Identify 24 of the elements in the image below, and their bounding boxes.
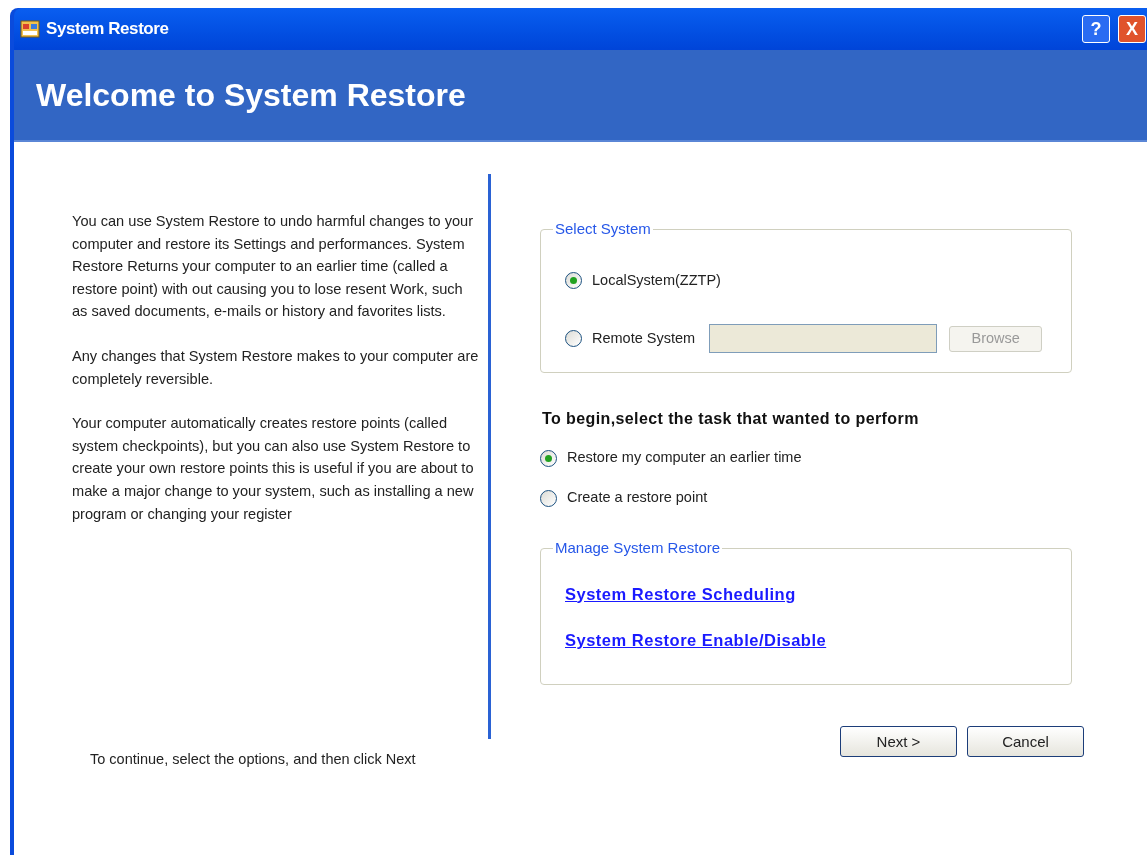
close-button[interactable]: X (1118, 15, 1146, 43)
manage-link[interactable]: System Restore Enable/Disable (565, 628, 827, 653)
group-legend: Manage System Restore (553, 537, 723, 560)
radio-label: Create a restore point (567, 488, 708, 508)
window-title: System Restore (46, 18, 169, 41)
radio-label: Remote System (592, 328, 696, 348)
next-button[interactable]: Next > (840, 726, 957, 758)
app-icon (20, 20, 40, 38)
page-title: Welcome to System Restore (36, 76, 466, 115)
description-paragraph: Your computer automatically creates restore points (called system checkpoints), but you can also use System Restore to create your own restore points this is useful if you are about to make a major change to your system, such as installing a new program or changing your register (72, 414, 475, 524)
task-heading: To begin,select the task that wanted to perform (542, 409, 920, 429)
group-legend: Select System (553, 218, 653, 241)
radio-button[interactable] (540, 489, 557, 507)
cancel-button[interactable]: Cancel (967, 726, 1084, 758)
description-paragraph: You can use System Restore to undo harmful changes to your computer and restore its Settings and performances. System Restore Returns your computer to an earlier time (called a restore point) with out causing you to lose resent Work, such as saved documents, e-mails or history and favorites lists. (72, 212, 475, 322)
description-paragraph: Any changes that System Restore makes to your computer are completely reversible. (72, 346, 480, 389)
manage-link[interactable]: System Restore Scheduling (565, 581, 796, 607)
radio-button[interactable] (565, 272, 582, 289)
help-button[interactable]: ? (1082, 15, 1110, 43)
footer-hint: To continue, select the options, and then click Next (90, 750, 417, 769)
radio-label: Restore my computer an earlier time (567, 448, 802, 468)
radio-button[interactable] (565, 330, 582, 347)
radio-button[interactable] (540, 449, 557, 467)
radio-label: LocalSystem(ZZTP) (592, 270, 721, 290)
